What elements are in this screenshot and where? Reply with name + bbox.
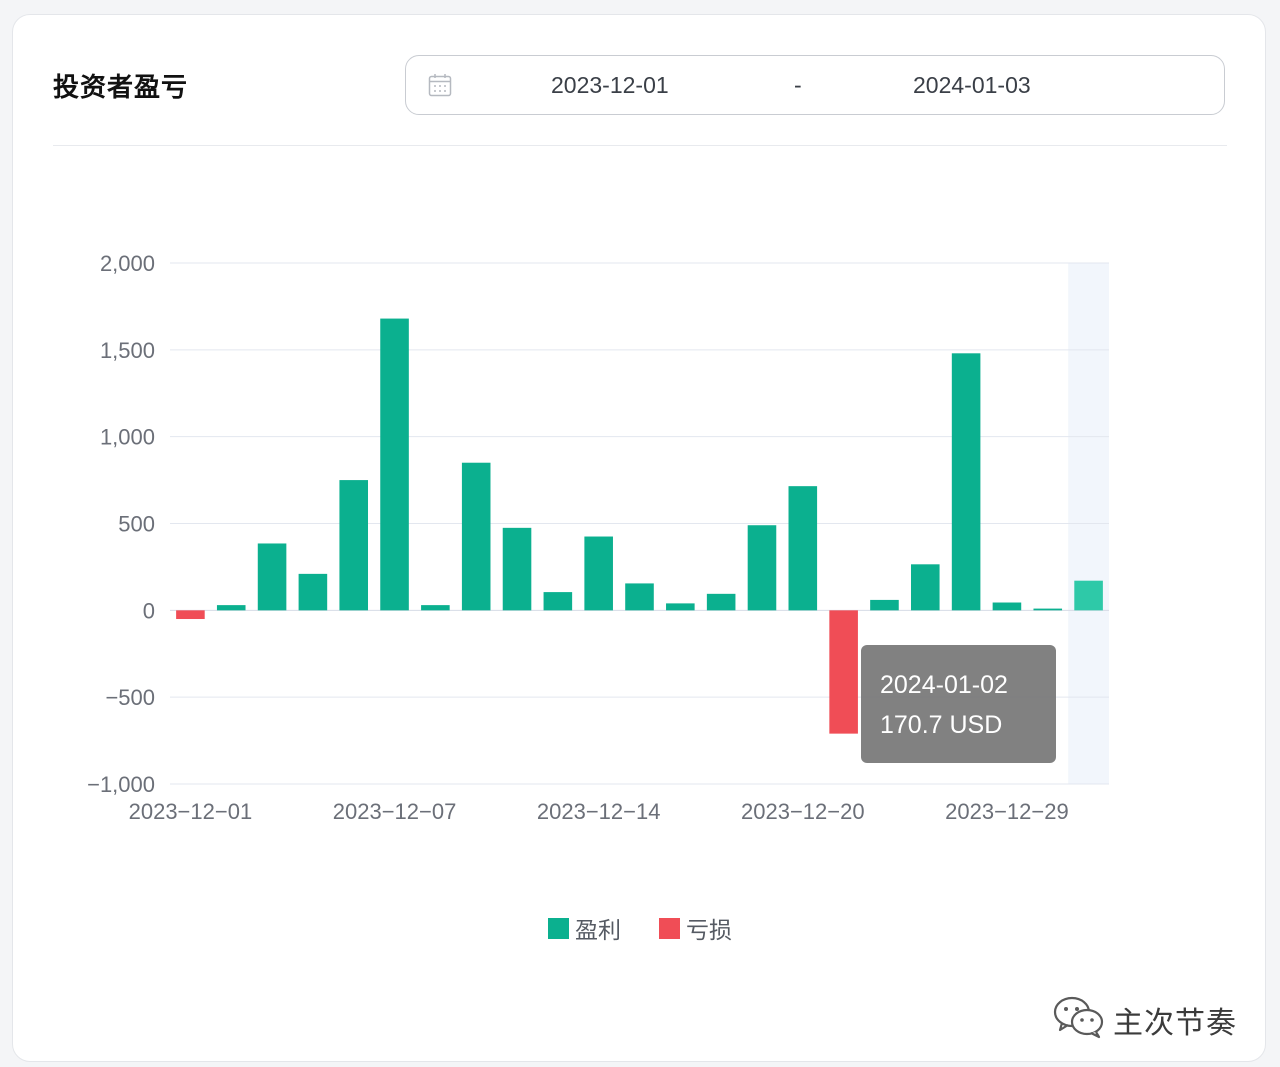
tooltip-box [861,645,1056,763]
bar [584,536,613,611]
bar [829,610,858,734]
bar [910,564,940,611]
bar [421,605,450,611]
bar [298,573,328,611]
bar [176,610,205,620]
bar [706,593,736,611]
bar [380,318,409,611]
bar [747,525,777,611]
bar [543,592,573,611]
bar [1074,580,1103,611]
x-tick-label: 2023−12−29 [945,799,1069,824]
pnl-bar-chart: 2,000 1,500 1,000 500 0 −500 −1,0002023−12−01 2… [87,251,1109,944]
bar [992,602,1022,611]
x-tick-label: 2023−12−01 [129,799,253,824]
y-tick-label: 500 [118,512,155,537]
x-tick-label: 2023−12−07 [333,799,457,824]
y-tick-label: −500 [105,685,155,710]
bar [666,603,695,611]
bar [788,486,818,611]
bar [951,353,981,611]
legend-swatch [659,918,680,939]
y-tick-label: −1,000 [87,772,155,797]
bar [216,605,246,611]
bar [625,583,654,611]
y-tick-label: 2,000 [100,251,155,276]
bar [502,527,532,611]
bar [870,599,899,611]
legend-swatch [548,918,569,939]
legend-label: 盈利 [575,918,621,944]
chart-legend: 盈利 亏损 [548,918,732,944]
bar [257,543,287,611]
y-tick-label: 1,000 [100,425,155,450]
bar [339,480,369,611]
watermark-text: 主次节奏 [1113,1006,1237,1040]
tooltip-date: 2024-01-02 [880,671,1008,699]
tooltip-value: 170.7 USD [880,711,1002,739]
chart-tooltip: 2024-01-02 170.7 USD [861,645,1056,763]
watermark: 主次节奏 [1053,995,1237,1044]
bar [1033,608,1063,611]
legend-label: 亏损 [686,918,732,944]
x-tick-label: 2023−12−20 [741,799,865,824]
bar [461,462,491,611]
y-tick-label: 0 [143,598,155,623]
x-tick-label: 2023−12−14 [537,799,661,824]
y-tick-label: 1,500 [100,338,155,363]
investor-pnl-card: 投资者盈亏 2023-12-01 - 2024-01-03 2,000 1,500… [12,14,1266,1062]
wechat-icon [1053,995,1105,1044]
